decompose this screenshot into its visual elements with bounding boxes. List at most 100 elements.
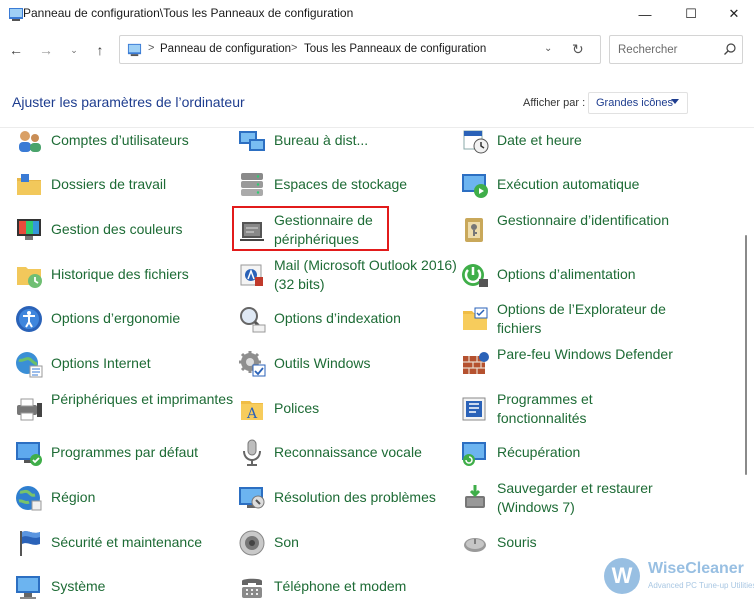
item-label: Résolution des problèmes (274, 489, 436, 505)
control-panel-item[interactable]: Région (13, 478, 231, 518)
control-panel-item[interactable]: Sécurité et maintenance (13, 523, 231, 563)
item-label: Dossiers de travail (51, 176, 167, 192)
vertical-scrollbar[interactable] (740, 130, 754, 600)
devices-printers-icon (13, 393, 45, 425)
scrollbar-thumb[interactable] (745, 235, 747, 475)
window-title: Panneau de configuration\Tous les Pannea… (23, 6, 354, 20)
firewall-icon (459, 348, 491, 380)
control-panel-item[interactable]: Son (236, 523, 454, 563)
backup-restore-icon (459, 482, 491, 514)
control-panel-item[interactable]: Options Internet (13, 344, 231, 384)
item-label: Polices (274, 400, 320, 416)
maximize-button[interactable]: ☐ (668, 0, 714, 28)
item-label: Sauvegarder et restaurer (Windows 7) (497, 480, 653, 515)
item-label: Options d’indexation (274, 310, 401, 326)
address-dropdown-button[interactable]: ⌄ (544, 43, 552, 54)
item-label: Son (274, 534, 299, 550)
explorer-options-icon (459, 303, 491, 335)
control-panel-item[interactable]: Système (13, 567, 231, 600)
search-icon (724, 43, 736, 55)
search-input[interactable] (618, 42, 718, 58)
phone-modem-icon (236, 571, 268, 600)
control-panel-item[interactable]: Pare-feu Windows Defender (459, 344, 677, 384)
control-panel-item[interactable]: Périphériques et imprimantes (13, 389, 233, 429)
control-panel-item[interactable]: Téléphone et modem (236, 567, 454, 600)
breadcrumb-all-items[interactable]: Tous les Panneaux de configuration (304, 43, 486, 55)
speaker-icon (236, 527, 268, 559)
storage-spaces-icon (236, 169, 268, 201)
microphone-icon (236, 437, 268, 469)
breadcrumb-separator: > (148, 42, 155, 54)
breadcrumb-control-panel[interactable]: Panneau de configuration (160, 43, 291, 55)
control-panel-item[interactable]: Exécution automatique (459, 165, 677, 205)
control-panel-item[interactable]: Sauvegarder et restaurer (Windows 7) (459, 478, 677, 518)
item-label: Récupération (497, 444, 581, 460)
mail-icon (236, 259, 268, 291)
control-panel-item[interactable]: Outils Windows (236, 344, 454, 384)
users-icon (13, 128, 45, 157)
indexing-icon (236, 303, 268, 335)
item-label: Outils Windows (274, 355, 371, 371)
control-panel-item[interactable]: Gestion des couleurs (13, 210, 231, 250)
region-icon (13, 482, 45, 514)
control-panel-item[interactable]: A Polices (236, 389, 454, 429)
control-panel-item[interactable]: Comptes d’utilisateurs (13, 128, 231, 161)
default-programs-icon (13, 437, 45, 469)
control-panel-icon (127, 43, 142, 57)
ease-of-access-icon (13, 303, 45, 335)
internet-options-icon (13, 348, 45, 380)
up-button[interactable]: ↑ (89, 39, 111, 61)
item-label: Téléphone et modem (274, 578, 407, 594)
back-button[interactable]: ← (5, 39, 27, 61)
forward-button[interactable]: → (35, 39, 57, 61)
control-panel-item[interactable]: Options d’alimentation (459, 255, 677, 295)
control-panel-item[interactable]: Bureau à dist... (236, 128, 454, 161)
control-panel-item[interactable]: Gestionnaire d’identification (459, 210, 677, 250)
view-by-label: Afficher par : (523, 97, 586, 109)
file-history-icon (13, 259, 45, 291)
control-panel-item[interactable]: Résolution des problèmes (236, 478, 454, 518)
control-panel-item[interactable]: Mail (Microsoft Outlook 2016) (32 bits) (236, 255, 457, 295)
item-label: Programmes par défaut (51, 444, 199, 460)
item-label: Programmes et fonctionnalités (497, 391, 593, 426)
control-panel-item[interactable]: Espaces de stockage (236, 165, 454, 205)
date-time-icon (459, 128, 491, 157)
control-panel-item[interactable]: Récupération (459, 433, 677, 473)
view-by-value: Grandes icônes (596, 97, 674, 109)
item-label: Reconnaissance vocale (274, 444, 422, 460)
item-label: Région (51, 489, 96, 505)
control-panel-item[interactable]: Programmes et fonctionnalités (459, 389, 677, 429)
item-label: Bureau à dist... (274, 132, 369, 148)
wisecleaner-logo: W (604, 558, 640, 594)
control-panel-item[interactable]: Date et heure (459, 128, 677, 161)
highlight-box (232, 206, 389, 251)
credential-manager-icon (459, 214, 491, 246)
search-box[interactable] (609, 35, 743, 64)
control-panel-item[interactable]: Reconnaissance vocale (236, 433, 454, 473)
close-button[interactable]: ✕ (711, 0, 754, 28)
color-management-icon (13, 214, 45, 246)
control-panel-item[interactable]: Dossiers de travail (13, 165, 231, 205)
autoplay-icon (459, 169, 491, 201)
breadcrumb-separator: > (291, 42, 298, 54)
control-panel-item[interactable]: Options de l’Explorateur de fichiers (459, 299, 677, 339)
watermark: W WiseCleaner Advanced PC Tune-up Utilit… (604, 555, 754, 600)
control-panel-item[interactable]: Options d’indexation (236, 299, 454, 339)
item-label: Options Internet (51, 355, 151, 371)
item-label: Système (51, 578, 106, 594)
control-panel-icon (9, 8, 23, 21)
work-folders-icon (13, 169, 45, 201)
address-bar[interactable]: > Panneau de configuration > Tous les Pa… (119, 35, 601, 64)
control-panel-item[interactable]: Historique des fichiers (13, 255, 231, 295)
minimize-button[interactable]: — (622, 0, 668, 28)
item-label: Options d’alimentation (497, 266, 636, 282)
item-label: Pare-feu Windows Defender (497, 346, 673, 362)
control-panel-item[interactable]: Programmes par défaut (13, 433, 231, 473)
item-label: Mail (Microsoft Outlook 2016) (32 bits) (274, 257, 457, 292)
control-panel-item[interactable]: Options d’ergonomie (13, 299, 231, 339)
recent-locations-button[interactable]: ⌄ (63, 39, 85, 61)
refresh-button[interactable]: ↻ (572, 41, 584, 58)
power-options-icon (459, 259, 491, 291)
item-label: Gestionnaire d’identification (497, 212, 669, 228)
view-by-dropdown[interactable]: Grandes icônes (588, 92, 688, 114)
